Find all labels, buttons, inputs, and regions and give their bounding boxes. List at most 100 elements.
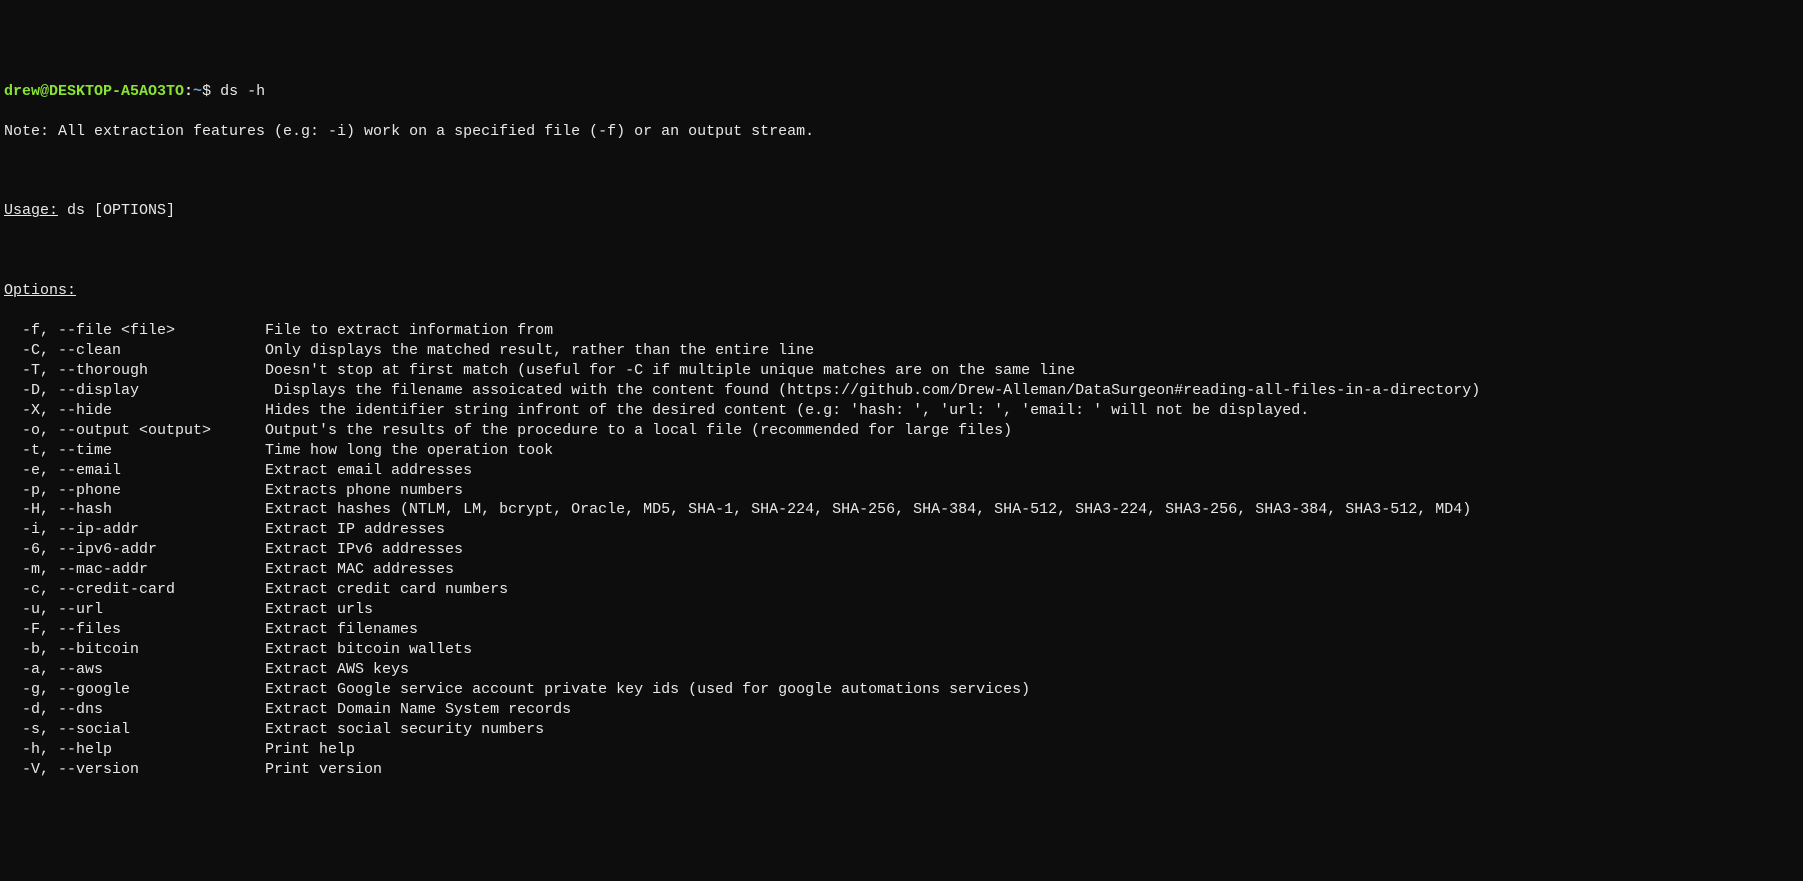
option-flag: -a, --aws (22, 660, 265, 680)
option-desc: Extract hashes (NTLM, LM, bcrypt, Oracle… (265, 501, 1471, 518)
option-row: -d, --dnsExtract Domain Name System reco… (4, 700, 1799, 720)
option-desc: Extract bitcoin wallets (265, 641, 472, 658)
option-row: -D, --display Displays the filename asso… (4, 381, 1799, 401)
indent (4, 361, 22, 381)
indent (4, 580, 22, 600)
blank-line (4, 241, 1799, 261)
option-row: -p, --phoneExtracts phone numbers (4, 481, 1799, 501)
usage-text: ds [OPTIONS] (58, 202, 175, 219)
option-flag: -b, --bitcoin (22, 640, 265, 660)
option-desc: Extracts phone numbers (265, 482, 463, 499)
option-desc: Extract MAC addresses (265, 561, 454, 578)
option-desc: Extract Domain Name System records (265, 701, 571, 718)
option-flag: -V, --version (22, 760, 265, 780)
usage-line: Usage: ds [OPTIONS] (4, 201, 1799, 221)
indent (4, 461, 22, 481)
indent (4, 720, 22, 740)
option-flag: -6, --ipv6-addr (22, 540, 265, 560)
blank-line (4, 162, 1799, 182)
indent (4, 520, 22, 540)
options-label: Options: (4, 282, 76, 299)
indent (4, 680, 22, 700)
option-flag: -g, --google (22, 680, 265, 700)
option-desc: Doesn't stop at first match (useful for … (265, 362, 1075, 379)
option-flag: -i, --ip-addr (22, 520, 265, 540)
options-list: -f, --file <file>File to extract informa… (4, 321, 1799, 780)
indent (4, 700, 22, 720)
option-flag: -s, --social (22, 720, 265, 740)
indent (4, 321, 22, 341)
option-row: -b, --bitcoinExtract bitcoin wallets (4, 640, 1799, 660)
note-line: Note: All extraction features (e.g: -i) … (4, 122, 1799, 142)
option-row: -X, --hideHides the identifier string in… (4, 401, 1799, 421)
option-row: -T, --thoroughDoesn't stop at first matc… (4, 361, 1799, 381)
option-flag: -F, --files (22, 620, 265, 640)
option-row: -6, --ipv6-addrExtract IPv6 addresses (4, 540, 1799, 560)
option-desc: Extract filenames (265, 621, 418, 638)
option-row: -H, --hashExtract hashes (NTLM, LM, bcry… (4, 500, 1799, 520)
indent (4, 600, 22, 620)
usage-label: Usage: (4, 202, 58, 219)
indent (4, 500, 22, 520)
option-desc: Print help (265, 741, 355, 758)
indent (4, 640, 22, 660)
option-row: -t, --timeTime how long the operation to… (4, 441, 1799, 461)
option-flag: -m, --mac-addr (22, 560, 265, 580)
indent (4, 540, 22, 560)
option-row: -f, --file <file>File to extract informa… (4, 321, 1799, 341)
option-flag: -u, --url (22, 600, 265, 620)
indent (4, 401, 22, 421)
option-row: -C, --cleanOnly displays the matched res… (4, 341, 1799, 361)
option-row: -a, --awsExtract AWS keys (4, 660, 1799, 680)
option-row: -V, --versionPrint version (4, 760, 1799, 780)
indent (4, 660, 22, 680)
prompt-dollar: $ (202, 83, 211, 100)
option-row: -F, --filesExtract filenames (4, 620, 1799, 640)
option-flag: -c, --credit-card (22, 580, 265, 600)
option-row: -g, --googleExtract Google service accou… (4, 680, 1799, 700)
indent (4, 620, 22, 640)
prompt-user-host: drew@DESKTOP-A5AO3TO (4, 83, 184, 100)
option-desc: Displays the filename assoicated with th… (265, 382, 1480, 399)
option-desc: Only displays the matched result, rather… (265, 342, 814, 359)
option-desc: Extract IPv6 addresses (265, 541, 463, 558)
option-row: -o, --output <output>Output's the result… (4, 421, 1799, 441)
option-flag: -o, --output <output> (22, 421, 265, 441)
prompt-path: ~ (193, 83, 202, 100)
option-row: -s, --socialExtract social security numb… (4, 720, 1799, 740)
option-desc: Print version (265, 761, 382, 778)
option-flag: -D, --display (22, 381, 265, 401)
option-row: -i, --ip-addrExtract IP addresses (4, 520, 1799, 540)
option-desc: Extract social security numbers (265, 721, 544, 738)
option-desc: Extract Google service account private k… (265, 681, 1030, 698)
option-flag: -C, --clean (22, 341, 265, 361)
option-flag: -d, --dns (22, 700, 265, 720)
indent (4, 760, 22, 780)
option-flag: -T, --thorough (22, 361, 265, 381)
option-desc: Extract IP addresses (265, 521, 445, 538)
option-flag: -h, --help (22, 740, 265, 760)
indent (4, 740, 22, 760)
option-flag: -f, --file <file> (22, 321, 265, 341)
indent (4, 381, 22, 401)
option-flag: -e, --email (22, 461, 265, 481)
options-header: Options: (4, 281, 1799, 301)
option-row: -c, --credit-cardExtract credit card num… (4, 580, 1799, 600)
indent (4, 341, 22, 361)
prompt-line[interactable]: drew@DESKTOP-A5AO3TO:~$ ds -h (4, 82, 1799, 102)
option-flag: -H, --hash (22, 500, 265, 520)
indent (4, 441, 22, 461)
option-row: -m, --mac-addrExtract MAC addresses (4, 560, 1799, 580)
option-desc: Time how long the operation took (265, 442, 553, 459)
option-desc: File to extract information from (265, 322, 553, 339)
option-flag: -t, --time (22, 441, 265, 461)
option-desc: Extract credit card numbers (265, 581, 508, 598)
option-desc: Extract email addresses (265, 462, 472, 479)
indent (4, 560, 22, 580)
option-desc: Extract AWS keys (265, 661, 409, 678)
prompt-sep: : (184, 83, 193, 100)
option-flag: -X, --hide (22, 401, 265, 421)
option-desc: Hides the identifier string infront of t… (265, 402, 1309, 419)
option-row: -u, --urlExtract urls (4, 600, 1799, 620)
option-row: -e, --emailExtract email addresses (4, 461, 1799, 481)
